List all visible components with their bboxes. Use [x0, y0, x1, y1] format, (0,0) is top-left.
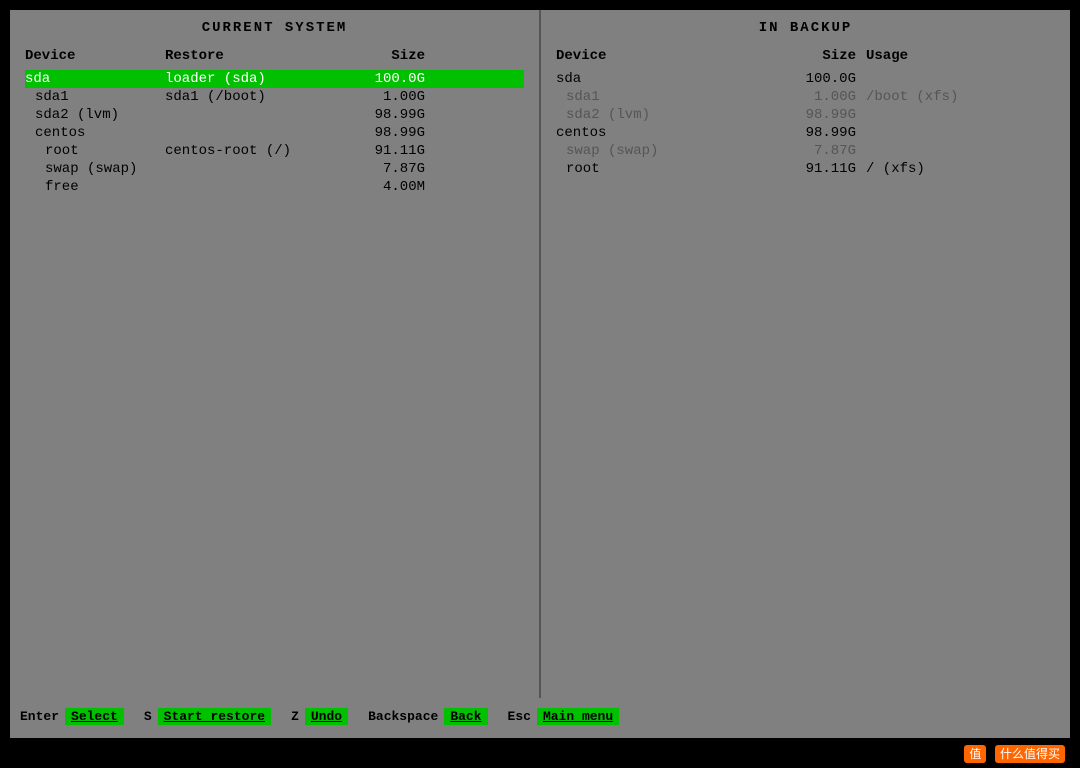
footer-action[interactable]: Undo: [305, 708, 348, 725]
table-row[interactable]: sda loader (sda) 100.0G: [25, 70, 524, 88]
table-row[interactable]: sda2 (lvm) 98.99G: [25, 106, 524, 124]
right-row-size: 91.11G: [756, 161, 856, 177]
right-row-usage: /boot (xfs): [856, 89, 1016, 105]
table-row[interactable]: sda1 sda1 (/boot) 1.00G: [25, 88, 524, 106]
left-row-restore: [165, 179, 345, 195]
table-row[interactable]: root centos-root (/) 91.11G: [25, 142, 524, 160]
footer-action[interactable]: Select: [65, 708, 124, 725]
footer-action[interactable]: Back: [444, 708, 487, 725]
left-row-restore: sda1 (/boot): [165, 89, 345, 105]
right-col-device-header: Device: [556, 48, 756, 64]
watermark: 值 什么值得买: [964, 745, 1070, 762]
left-row-size: 1.00G: [345, 89, 425, 105]
table-row[interactable]: sda2 (lvm) 98.99G: [556, 106, 1055, 124]
right-row-device: swap (swap): [556, 143, 756, 159]
watermark-icon: 值: [964, 745, 986, 763]
left-panel: CURRENT SYSTEM Device Restore Size sda l…: [10, 10, 539, 698]
table-row[interactable]: centos 98.99G: [25, 124, 524, 142]
footer-action[interactable]: Start restore: [158, 708, 271, 725]
right-col-usage-header: Usage: [856, 48, 1016, 64]
footer-item-1[interactable]: S Start restore: [144, 708, 271, 725]
left-col-size-header: Size: [345, 48, 425, 64]
right-row-usage: [856, 71, 1016, 87]
left-row-size: 4.00M: [345, 179, 425, 195]
right-row-usage: / (xfs): [856, 161, 1016, 177]
watermark-text: 什么值得买: [995, 745, 1065, 763]
left-panel-title: CURRENT SYSTEM: [25, 20, 524, 36]
footer-item-2[interactable]: Z Undo: [291, 708, 348, 725]
left-row-restore: [165, 125, 345, 141]
left-row-size: 98.99G: [345, 107, 425, 123]
right-row-size: 7.87G: [756, 143, 856, 159]
left-row-size: 100.0G: [345, 71, 425, 87]
left-row-restore: loader (sda): [165, 71, 345, 87]
footer-key: S: [144, 709, 152, 724]
table-row[interactable]: swap (swap) 7.87G: [25, 160, 524, 178]
left-row-device: sda: [25, 71, 165, 87]
footer-item-3[interactable]: Backspace Back: [368, 708, 487, 725]
right-panel: IN BACKUP Device Size Usage sda 100.0G s…: [539, 10, 1070, 698]
right-row-device: sda: [556, 71, 756, 87]
left-row-device: sda2 (lvm): [25, 107, 165, 123]
footer-action[interactable]: Main menu: [537, 708, 619, 725]
footer-key: Z: [291, 709, 299, 724]
left-row-restore: [165, 161, 345, 177]
right-row-device: centos: [556, 125, 756, 141]
right-row-usage: [856, 125, 1016, 141]
right-column-headers: Device Size Usage: [556, 46, 1055, 66]
table-row[interactable]: sda1 1.00G /boot (xfs): [556, 88, 1055, 106]
right-row-size: 98.99G: [756, 125, 856, 141]
left-row-device: root: [25, 143, 165, 159]
footer-key: Enter: [20, 709, 59, 724]
table-row[interactable]: free 4.00M: [25, 178, 524, 196]
footer-item-4[interactable]: Esc Main menu: [508, 708, 620, 725]
right-row-size: 98.99G: [756, 107, 856, 123]
right-row-device: root: [556, 161, 756, 177]
right-panel-title: IN BACKUP: [556, 20, 1055, 36]
right-row-device: sda1: [556, 89, 756, 105]
footer-items: Enter Select S Start restore Z Undo Back…: [20, 708, 1060, 725]
left-row-size: 7.87G: [345, 161, 425, 177]
left-row-device: swap (swap): [25, 161, 165, 177]
right-row-size: 100.0G: [756, 71, 856, 87]
footer-key: Esc: [508, 709, 531, 724]
left-row-device: centos: [25, 125, 165, 141]
footer-item-0[interactable]: Enter Select: [20, 708, 124, 725]
left-table: sda loader (sda) 100.0G sda1 sda1 (/boot…: [25, 70, 524, 196]
table-row[interactable]: swap (swap) 7.87G: [556, 142, 1055, 160]
left-row-restore: [165, 107, 345, 123]
left-row-device: free: [25, 179, 165, 195]
content-area: CURRENT SYSTEM Device Restore Size sda l…: [10, 10, 1070, 698]
left-column-headers: Device Restore Size: [25, 46, 524, 66]
right-row-device: sda2 (lvm): [556, 107, 756, 123]
right-row-usage: [856, 143, 1016, 159]
right-table: sda 100.0G sda1 1.00G /boot (xfs) sda2 (…: [556, 70, 1055, 178]
footer: Enter Select S Start restore Z Undo Back…: [10, 698, 1070, 738]
table-row[interactable]: sda 100.0G: [556, 70, 1055, 88]
right-col-size-header: Size: [756, 48, 856, 64]
bottom-bar: 值 什么值得买: [0, 738, 1080, 768]
left-row-size: 98.99G: [345, 125, 425, 141]
left-row-device: sda1: [25, 89, 165, 105]
right-row-size: 1.00G: [756, 89, 856, 105]
left-col-restore-header: Restore: [165, 48, 345, 64]
main-container: CURRENT SYSTEM Device Restore Size sda l…: [0, 0, 1080, 768]
table-row[interactable]: root 91.11G / (xfs): [556, 160, 1055, 178]
table-row[interactable]: centos 98.99G: [556, 124, 1055, 142]
left-row-size: 91.11G: [345, 143, 425, 159]
right-row-usage: [856, 107, 1016, 123]
footer-key: Backspace: [368, 709, 438, 724]
left-col-device-header: Device: [25, 48, 165, 64]
left-row-restore: centos-root (/): [165, 143, 345, 159]
